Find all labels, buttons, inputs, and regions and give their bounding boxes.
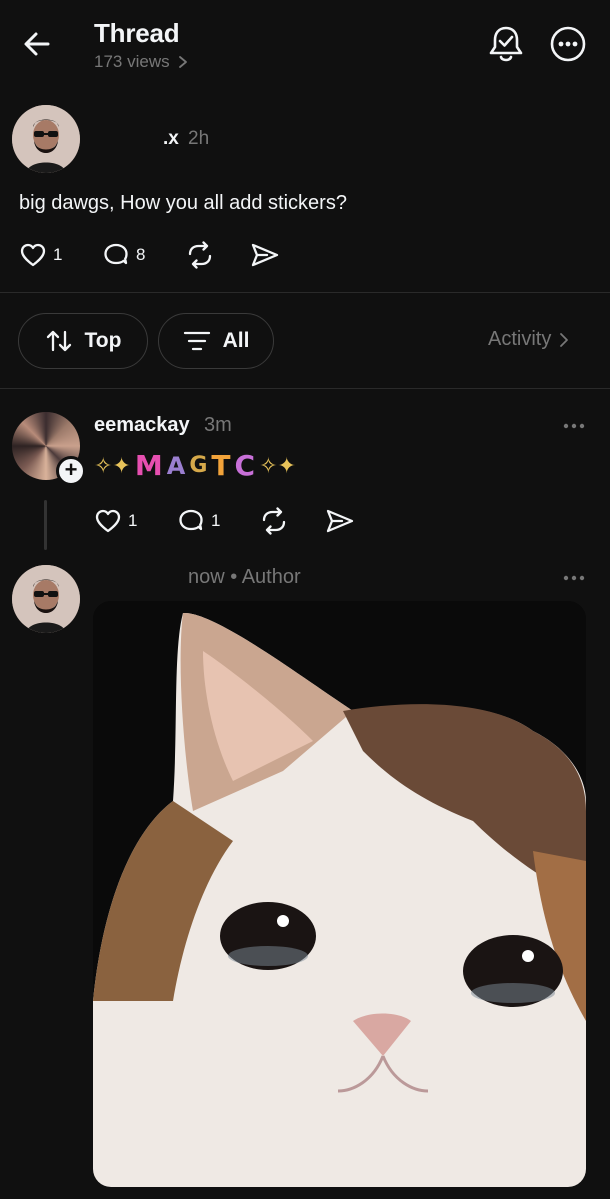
author-reply-more-button[interactable]	[560, 568, 590, 588]
sticker-letter: M	[134, 449, 163, 482]
post-text: big dawgs, How you all add stickers?	[19, 192, 347, 214]
chevron-right-icon	[560, 332, 569, 347]
sparkle-icon: ✧✦	[259, 453, 296, 478]
attached-image[interactable]	[93, 601, 586, 1187]
sticker-letter: G	[189, 453, 208, 478]
comment-icon	[179, 509, 203, 531]
more-options-button[interactable]	[546, 22, 590, 66]
repost-icon	[188, 241, 212, 269]
activity-link[interactable]: Activity	[488, 328, 569, 351]
send-icon	[251, 243, 279, 267]
reply-more-button[interactable]	[560, 416, 590, 436]
like-button[interactable]: 1	[19, 241, 62, 269]
sticker-letter: T	[211, 449, 231, 482]
filter-all-button[interactable]: All	[158, 313, 274, 369]
sort-top-button[interactable]: Top	[18, 313, 148, 369]
reply-like-count: 1	[128, 511, 138, 530]
reply-time: 3m	[204, 414, 232, 436]
reply-meta: now • Author	[188, 566, 301, 588]
post-time: 2h	[188, 128, 210, 149]
chevron-right-icon	[178, 56, 187, 68]
sticker-row: ✧✦ M A G T C ✧✦	[94, 448, 296, 484]
comment-icon	[104, 243, 128, 265]
reply-comment-count: 1	[211, 511, 221, 530]
repost-icon	[262, 507, 286, 535]
reply-like-button[interactable]: 1	[94, 507, 137, 535]
avatar-photo	[12, 105, 80, 173]
bell-check-icon	[489, 26, 523, 62]
send-icon	[326, 509, 354, 533]
author-avatar[interactable]	[12, 105, 80, 173]
sparkle-icon: ✧✦	[94, 453, 131, 478]
reply-comment-button[interactable]: 1	[177, 507, 220, 535]
share-button[interactable]	[250, 241, 280, 269]
reply-username[interactable]: eemackay	[94, 414, 190, 437]
repost-button[interactable]	[185, 241, 215, 269]
more-horizontal-icon	[550, 26, 586, 62]
arrow-left-icon	[24, 32, 50, 56]
sticker-letter: C	[234, 449, 256, 482]
page-title: Thread	[94, 18, 180, 48]
heart-icon	[95, 509, 121, 533]
author-reply-avatar[interactable]	[12, 565, 80, 633]
views-count[interactable]: 173 views	[94, 52, 188, 72]
filter-lines-icon	[183, 331, 210, 351]
more-dots-icon	[563, 575, 585, 581]
like-count: 1	[53, 245, 63, 264]
back-button[interactable]	[22, 24, 70, 64]
sort-arrows-icon	[46, 330, 71, 352]
avatar-photo	[12, 565, 80, 633]
reply-share-button[interactable]	[325, 507, 355, 535]
sticker-letter: A	[166, 452, 186, 480]
more-dots-icon	[563, 423, 585, 429]
heart-icon	[20, 243, 46, 267]
comment-button[interactable]: 8	[102, 241, 145, 269]
notifications-button[interactable]	[484, 22, 528, 66]
comment-count: 8	[136, 245, 146, 264]
crying-cat-image	[93, 601, 586, 1187]
follow-plus-icon[interactable]: +	[56, 456, 86, 486]
divider	[0, 292, 610, 293]
thread-line	[44, 500, 47, 550]
divider	[0, 388, 610, 389]
author-username[interactable]: .x	[163, 128, 179, 150]
reply-repost-button[interactable]	[259, 507, 289, 535]
